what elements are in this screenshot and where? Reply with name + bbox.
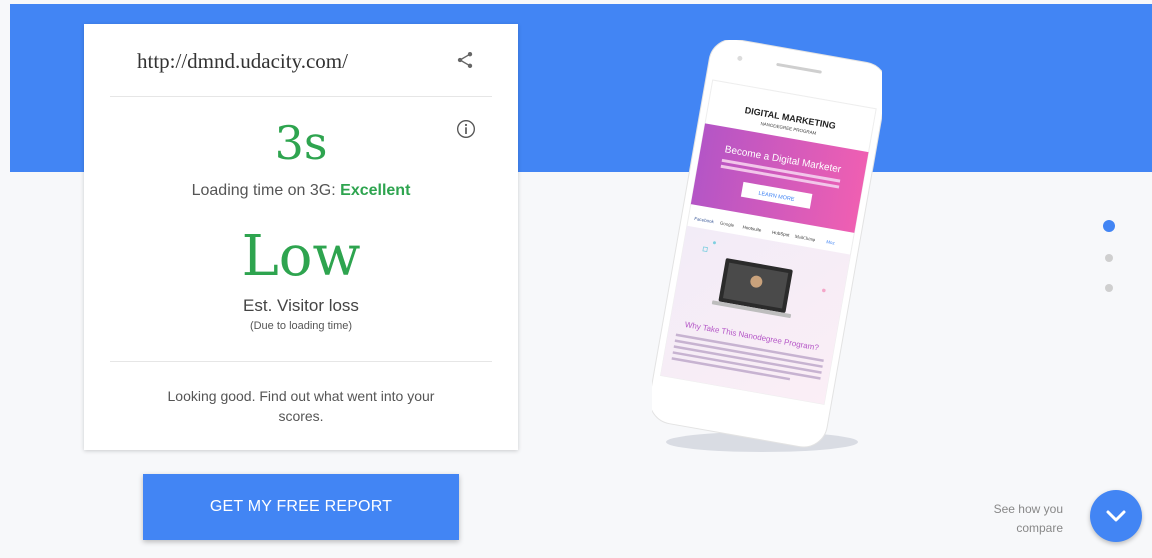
phone-preview: DIGITAL MARKETING NANODEGREE PROGRAM Bec… [649, 38, 888, 460]
screen-lower-section [660, 225, 851, 405]
tested-url: http://dmnd.udacity.com/ [137, 49, 348, 73]
compare-label-line: See how you [993, 502, 1063, 516]
carousel-dot[interactable] [1105, 254, 1113, 262]
visitor-loss-level: Low [241, 224, 361, 289]
compare-label: See how you compare [956, 500, 1063, 538]
divider [110, 96, 492, 97]
loading-time-value: 3s [274, 116, 328, 170]
visitor-loss-label: Est. Visitor loss [243, 296, 359, 315]
carousel-dot[interactable] [1105, 284, 1113, 292]
url-row: http://dmnd.udacity.com/ [84, 24, 518, 96]
footer-message: Looking good. Find out what went into yo… [167, 388, 435, 424]
loading-time-label: Loading time on 3G: [191, 182, 341, 199]
divider [110, 361, 492, 362]
loading-time-description: Loading time on 3G: Excellent [84, 182, 518, 200]
speed-result-card: http://dmnd.udacity.com/ 3s Loading time… [84, 24, 518, 450]
compare-label-line: compare [1016, 521, 1063, 535]
share-icon[interactable] [455, 50, 475, 70]
carousel-dot[interactable] [1103, 220, 1115, 232]
phone-illustration: DIGITAL MARKETING NANODEGREE PROGRAM Bec… [649, 38, 888, 452]
visitor-loss-sublabel: (Due to loading time) [249, 320, 353, 332]
loading-rating: Excellent [340, 182, 411, 199]
chevron-down-icon [1106, 510, 1126, 522]
get-free-report-button[interactable]: GET MY FREE REPORT [143, 474, 459, 540]
see-how-you-compare-button[interactable] [1090, 490, 1142, 542]
carousel-dots [1103, 220, 1115, 300]
